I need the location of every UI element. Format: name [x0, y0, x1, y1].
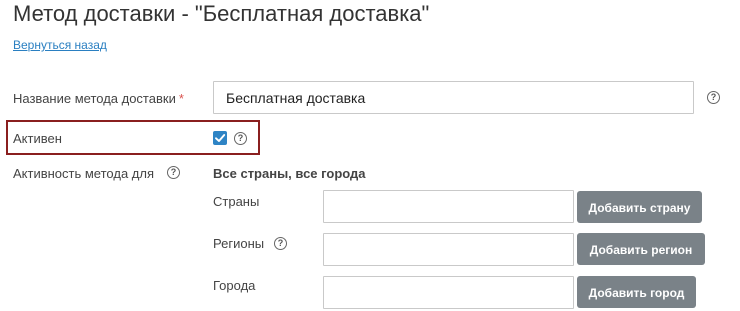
- scope-summary: Все страны, все города: [213, 166, 366, 181]
- add-country-button[interactable]: Добавить страну: [577, 191, 702, 223]
- help-icon-active[interactable]: ?: [234, 132, 247, 145]
- add-region-button[interactable]: Добавить регион: [577, 233, 705, 265]
- regions-label: Регионы: [213, 236, 265, 251]
- add-city-button[interactable]: Добавить город: [577, 276, 696, 308]
- active-checkbox[interactable]: [213, 131, 227, 145]
- countries-label: Страны: [213, 194, 260, 209]
- countries-input[interactable]: [323, 190, 574, 223]
- help-icon-scope[interactable]: ?: [167, 166, 180, 179]
- cities-label: Города: [213, 278, 256, 293]
- checkmark-icon: [215, 134, 226, 142]
- name-label-wrapper: Название метода доставки *: [13, 91, 184, 106]
- cities-input[interactable]: [323, 276, 574, 309]
- page-title: Метод доставки - "Бесплатная доставка": [13, 1, 430, 26]
- help-icon-regions[interactable]: ?: [274, 237, 287, 250]
- help-icon-name[interactable]: ?: [707, 91, 720, 104]
- required-asterisk: *: [178, 91, 184, 106]
- name-label: Название метода доставки: [13, 91, 176, 106]
- back-link[interactable]: Вернуться назад: [13, 38, 107, 52]
- delivery-name-input[interactable]: [213, 81, 694, 114]
- scope-label: Активность метода для: [13, 166, 155, 181]
- active-label: Активен: [13, 131, 62, 146]
- regions-input[interactable]: [323, 233, 574, 266]
